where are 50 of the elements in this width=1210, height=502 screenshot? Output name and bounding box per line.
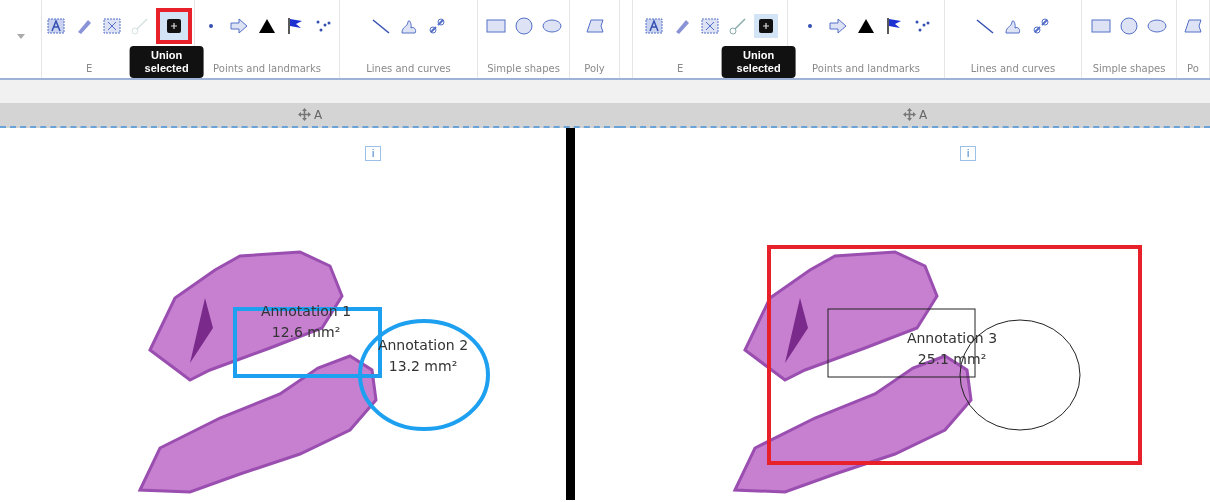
group-label: Poly <box>584 63 605 74</box>
brush-icon <box>728 16 748 36</box>
circle-icon <box>513 16 534 36</box>
ellipse-icon <box>541 16 562 36</box>
viewer-title: A <box>918 107 928 122</box>
link-icon <box>426 16 447 36</box>
arrow-icon <box>229 16 249 36</box>
union-tool[interactable] <box>754 14 778 38</box>
group-label: E <box>86 63 93 74</box>
ellipse-icon <box>1147 16 1167 36</box>
tooltip: Union selected <box>721 46 796 78</box>
caret-icon[interactable] <box>16 34 25 39</box>
polygon-icon <box>1183 16 1203 36</box>
union-icon <box>756 16 776 36</box>
text-box-icon <box>644 16 664 36</box>
text-box-icon <box>46 16 66 36</box>
info-button[interactable]: i <box>960 146 976 161</box>
viewer-title: A <box>313 107 323 122</box>
polygon-icon <box>584 16 605 36</box>
annotation-outline[interactable] <box>827 308 1081 431</box>
info-button[interactable]: i <box>365 146 381 161</box>
dashed-x-icon <box>700 16 720 36</box>
circle-tool[interactable] <box>1117 14 1141 38</box>
union-icon <box>164 16 184 36</box>
group-label: E <box>677 63 684 74</box>
arrow-icon <box>828 16 848 36</box>
group-label: Simple shapes <box>1092 63 1166 74</box>
line-icon <box>975 16 995 36</box>
move-icon[interactable] <box>902 108 916 121</box>
group-label: Lines and curves <box>970 63 1056 74</box>
group-label: Points and landmarks <box>213 63 321 74</box>
union-tool[interactable] <box>156 8 192 44</box>
annotation-outline[interactable] <box>358 319 490 431</box>
link-icon <box>1031 16 1051 36</box>
group-label: Lines and curves <box>366 63 451 74</box>
tooltip: Union selected <box>129 46 204 78</box>
brush-icon <box>130 16 150 36</box>
annotation-area: 12.6 mm² <box>271 324 341 340</box>
rect-icon <box>1091 16 1111 36</box>
dashed-x-icon <box>102 16 122 36</box>
point-icon <box>208 23 214 29</box>
move-icon[interactable] <box>297 108 311 121</box>
line-icon <box>370 16 391 36</box>
group-label: Simple shapes <box>487 63 560 74</box>
circle-icon <box>1119 16 1139 36</box>
rect-icon <box>485 16 506 36</box>
group-label: Points and landmarks <box>812 63 920 74</box>
group-label: Po <box>1187 63 1199 74</box>
point-icon <box>807 23 813 29</box>
annotation-area: 13.2 mm² <box>388 358 458 374</box>
